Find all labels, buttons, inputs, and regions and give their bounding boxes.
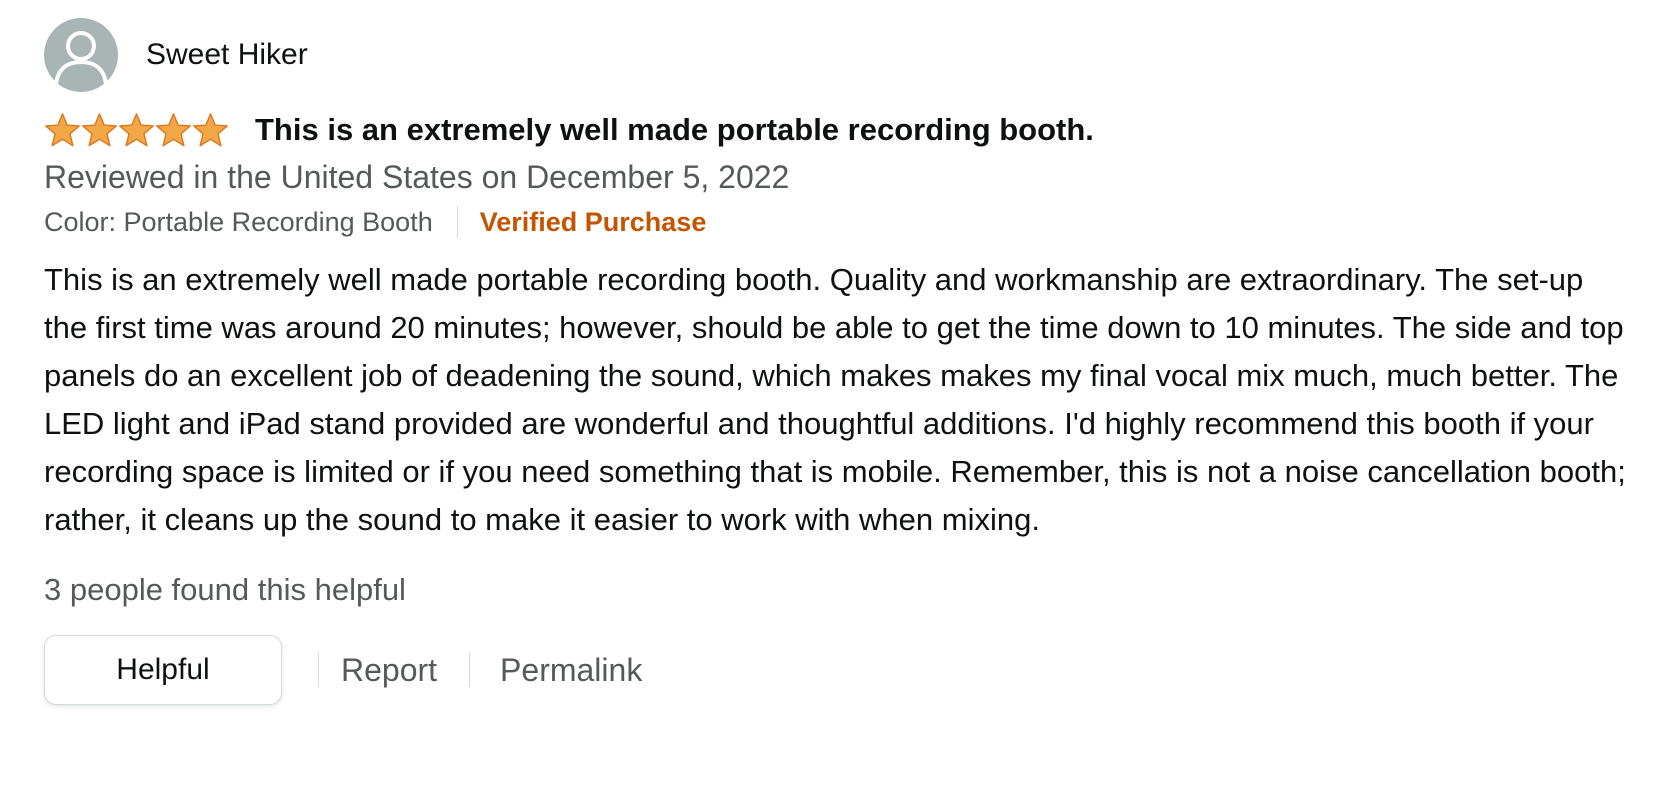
rating-title-row: This is an extremely well made portable … xyxy=(44,110,1644,150)
review-date: Reviewed in the United States on Decembe… xyxy=(44,159,790,195)
star-icon xyxy=(156,112,191,146)
review-body: This is an extremely well made portable … xyxy=(44,262,1626,537)
star-icon xyxy=(82,112,117,146)
customer-review: Sweet Hiker This is an extremely well ma… xyxy=(44,18,1644,706)
star-rating[interactable] xyxy=(44,112,229,149)
reviewer-name[interactable]: Sweet Hiker xyxy=(146,38,308,72)
star-icon xyxy=(45,112,80,146)
helpful-count: 3 people found this helpful xyxy=(44,572,406,607)
action-divider xyxy=(318,653,319,687)
report-link[interactable]: Report xyxy=(341,652,437,689)
review-format-row: Color: Portable Recording Booth Verified… xyxy=(44,202,1644,242)
helpful-button[interactable]: Helpful xyxy=(44,635,282,705)
review-title[interactable]: This is an extremely well made portable … xyxy=(255,112,1094,148)
reviewer-profile[interactable]: Sweet Hiker xyxy=(44,18,1644,92)
format-strip[interactable]: Color: Portable Recording Booth xyxy=(44,207,433,238)
verified-purchase-badge: Verified Purchase xyxy=(479,206,707,237)
action-divider xyxy=(469,653,471,687)
star-icon xyxy=(193,112,228,146)
avatar[interactable] xyxy=(44,18,118,92)
format-divider xyxy=(456,206,458,238)
default-user-avatar-icon xyxy=(54,31,108,86)
review-actions: Helpful Report Permalink xyxy=(44,634,1644,706)
star-icon xyxy=(119,112,154,146)
permalink-link[interactable]: Permalink xyxy=(500,652,642,689)
